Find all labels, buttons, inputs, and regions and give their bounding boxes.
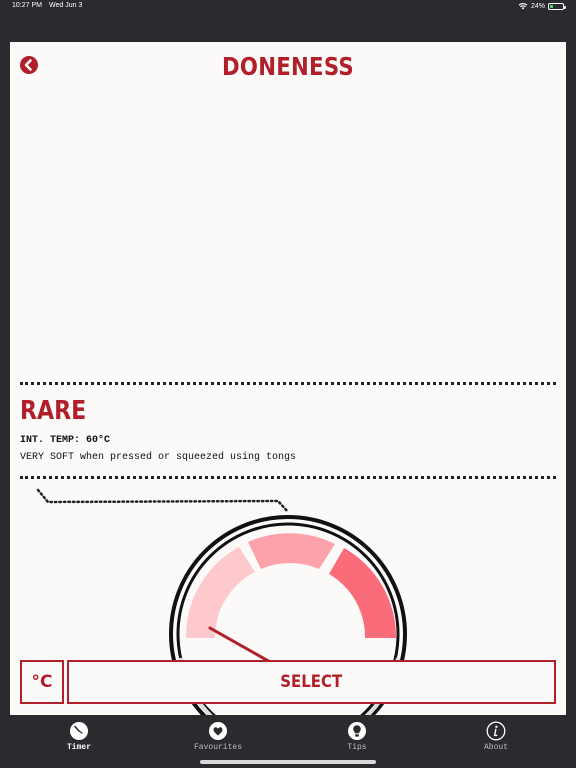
internal-temperature: INT. TEMP: 60°C — [20, 435, 111, 446]
chevron-left-icon — [24, 59, 32, 71]
status-bar: 10:27 PM Wed Jun 3 24% — [0, 0, 576, 28]
doneness-description: VERY SOFT when pressed or squeezed using… — [20, 452, 297, 463]
heart-icon — [209, 722, 227, 740]
back-button[interactable] — [20, 56, 38, 74]
dotted-connector — [36, 488, 290, 514]
tab-timer[interactable]: Timer — [34, 721, 124, 752]
home-indicator — [200, 760, 376, 764]
clock-icon — [70, 722, 88, 740]
select-button[interactable]: SELECT — [67, 660, 556, 704]
status-time: 10:27 PM — [12, 2, 42, 9]
doneness-name: RARE — [20, 396, 87, 426]
gauge-segment-2 — [248, 533, 335, 569]
tab-tips[interactable]: Tips — [312, 721, 402, 752]
status-date: Wed Jun 3 — [49, 2, 83, 9]
select-button-label: SELECT — [280, 672, 343, 692]
doneness-panel: DONENESS RARE INT. TEMP: 60°C VERY SOFT … — [10, 42, 566, 715]
gauge-segment-3 — [329, 548, 397, 638]
lightbulb-icon — [348, 722, 366, 740]
wifi-icon — [518, 3, 528, 10]
tab-favourites[interactable]: Favourites — [173, 721, 263, 752]
tab-about[interactable]: About — [451, 721, 541, 752]
unit-toggle-button[interactable]: °C — [20, 660, 64, 704]
battery-icon — [548, 2, 566, 10]
divider-top — [20, 382, 556, 385]
info-icon — [486, 721, 506, 741]
divider-bottom — [20, 476, 556, 479]
tab-timer-label: Timer — [66, 743, 91, 752]
status-indicators: 24% — [518, 2, 566, 10]
tab-about-label: About — [483, 743, 508, 752]
tab-favourites-label: Favourites — [193, 743, 242, 752]
tab-tips-label: Tips — [347, 743, 367, 752]
battery-percent: 24% — [530, 2, 545, 10]
page-title: DONENESS — [221, 52, 354, 81]
